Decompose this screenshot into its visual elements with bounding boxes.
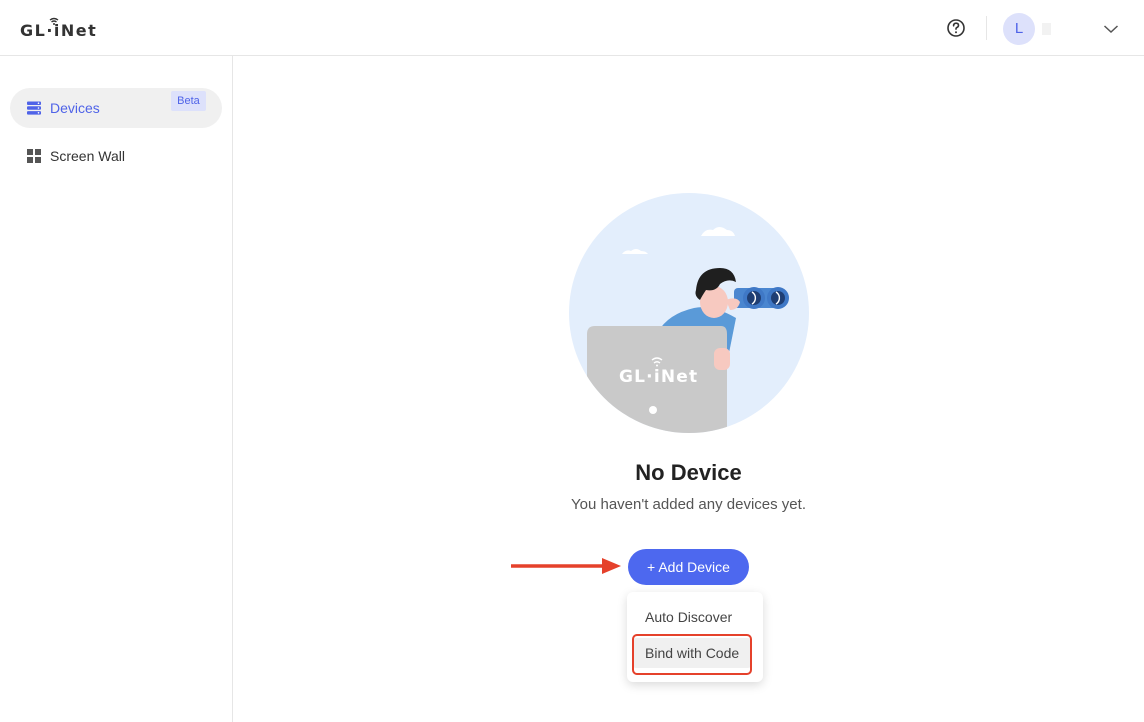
header-divider — [986, 16, 987, 40]
empty-state-title-wrap: No Device — [0, 460, 1144, 486]
add-device-dropdown: Auto Discover Bind with Code — [627, 592, 763, 682]
menu-item-auto-discover[interactable]: Auto Discover — [633, 602, 751, 632]
add-device-button[interactable]: + Add Device — [628, 549, 749, 585]
top-header: GL·iNet L — [0, 0, 1144, 56]
gl-inet-logo[interactable]: GL·iNet — [20, 16, 97, 42]
empty-state-title: No Device — [635, 460, 742, 485]
annotation-arrow-icon — [511, 558, 621, 574]
chevron-down-icon[interactable] — [1103, 21, 1119, 37]
sidebar-item-label: Devices — [50, 100, 100, 116]
no-device-illustration: GL·iNet — [569, 193, 809, 433]
logo-wifi-icon — [49, 17, 59, 25]
username-placeholder — [1042, 23, 1051, 35]
menu-item-bind-with-code[interactable]: Bind with Code — [633, 638, 751, 668]
avatar[interactable]: L — [1003, 13, 1035, 45]
grid-icon — [27, 149, 41, 163]
beta-badge: Beta — [171, 91, 206, 111]
help-icon[interactable] — [946, 18, 966, 38]
empty-state-description: You haven't added any devices yet. — [571, 496, 806, 513]
devices-icon — [27, 101, 41, 115]
sidebar-item-screen-wall[interactable]: Screen Wall — [10, 136, 222, 176]
illustration-logo-text: GL·iNet — [619, 367, 698, 387]
sidebar: Devices Screen Wall — [0, 56, 233, 722]
sidebar-item-label: Screen Wall — [50, 148, 125, 164]
